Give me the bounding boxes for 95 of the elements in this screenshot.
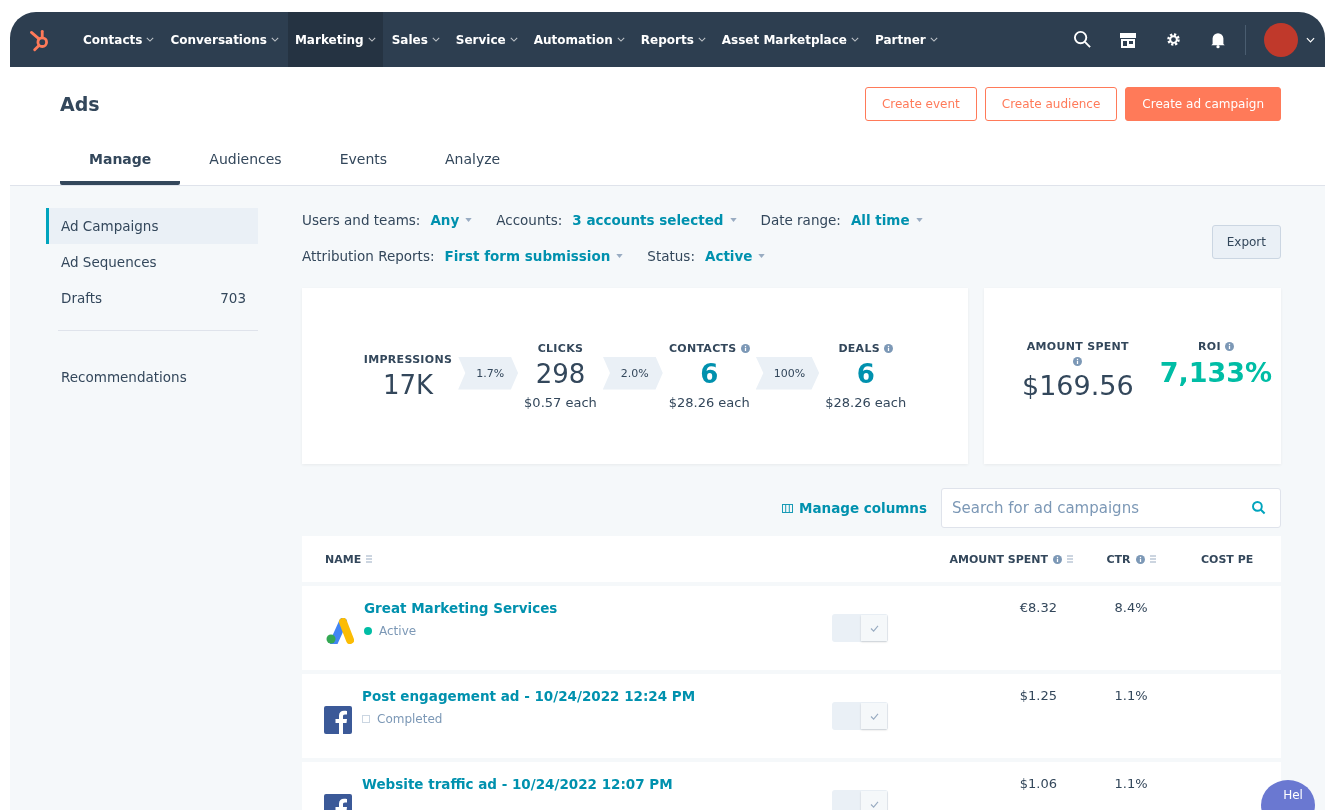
stat-label: AMOUNT SPENT (1026, 340, 1129, 353)
stat-label: IMPRESSIONS (363, 352, 453, 366)
status-label: Completed (362, 712, 696, 726)
nav-menu-item[interactable]: Conversations (163, 12, 286, 67)
notification-bell-icon[interactable] (1209, 30, 1227, 49)
caret-icon (729, 218, 737, 222)
stat-label: CLICKS (537, 342, 584, 355)
search-field[interactable]: Search for ad campaigns (941, 488, 1281, 528)
info-icon (1224, 342, 1234, 351)
stat-label: DEALS (838, 342, 880, 355)
column-header: COST PE (1201, 552, 1254, 566)
filter-label: Attribution Reports: (302, 248, 435, 264)
stat-subtext: $0.57 each (524, 395, 597, 410)
toggle-switch[interactable] (832, 702, 888, 730)
nav-menu-item[interactable]: Sales (384, 12, 447, 67)
tab[interactable]: Audiences (180, 141, 311, 185)
nav-menu-item[interactable]: Reports (633, 12, 713, 67)
stat-subtext: $28.26 each (668, 395, 750, 410)
status-label: Active (364, 624, 558, 638)
facebook-logo-icon (324, 706, 352, 734)
caret-icon (270, 37, 279, 42)
info-icon (1053, 554, 1062, 564)
info-icon (1073, 357, 1083, 366)
filter-label: Accounts: (496, 212, 563, 228)
table-cell-text: 1.1% (1113, 776, 1149, 791)
caret-icon (367, 37, 376, 42)
info-icon (740, 344, 750, 353)
page-title: Ads (60, 93, 100, 115)
table-cell-text: $1.25 (1018, 688, 1058, 703)
caret-icon (146, 37, 155, 42)
caret-icon (431, 37, 440, 42)
sort-icon[interactable] (1067, 554, 1073, 564)
toggle-switch[interactable] (832, 614, 888, 642)
campaign-name-link[interactable]: Website traffic ad - 10/24/2022 12:07 PM (362, 776, 673, 792)
nav-menu-item[interactable]: Asset Marketplace (714, 12, 866, 67)
stat-value: 6 (700, 359, 719, 389)
sidebar-item[interactable]: Drafts 703 (46, 280, 258, 316)
sidebar-item[interactable]: Recommendations (46, 359, 258, 395)
caret-icon (616, 37, 625, 42)
avatar[interactable] (1264, 22, 1298, 57)
filter-label: Status: (647, 248, 695, 264)
filter-label: Date range: (760, 212, 841, 228)
stat-value: 7,133% (1159, 357, 1273, 388)
campaign-name-link[interactable]: Great Marketing Services (364, 600, 558, 616)
stat-value: $169.56 (1022, 370, 1134, 401)
table-cell-text: 1.1% (1113, 688, 1149, 703)
nav-menu-item[interactable]: Contacts (76, 12, 162, 67)
column-header[interactable]: NAME (325, 552, 362, 566)
caret-icon (616, 254, 624, 258)
nav-menu-item[interactable]: Partner (867, 12, 945, 67)
caret-icon (509, 37, 518, 42)
stat-value: 6 (856, 359, 875, 389)
info-icon (883, 344, 893, 353)
table-cell-text: 8.4% (1113, 600, 1149, 615)
nav-menu-item[interactable]: Marketing (287, 12, 383, 67)
triangle-logo-icon (324, 618, 354, 644)
caret-icon[interactable] (1306, 36, 1315, 43)
caret-icon (850, 37, 859, 42)
tab[interactable]: Analyze (416, 141, 530, 185)
checkmark-icon (869, 712, 879, 720)
search-icon[interactable] (1073, 30, 1092, 49)
help-button[interactable]: Hel (1261, 780, 1315, 810)
status-indicator-icon (364, 627, 372, 635)
info-icon (1135, 554, 1145, 564)
export-button[interactable]: Export (1211, 225, 1281, 259)
column-header[interactable]: CTR (1106, 552, 1131, 566)
caret-icon (465, 218, 473, 222)
table-cell-text: $1.06 (1018, 776, 1058, 791)
columns-icon (782, 503, 793, 513)
column-header[interactable]: AMOUNT SPENT (949, 552, 1048, 566)
caret-icon (758, 254, 766, 258)
caret-icon (697, 37, 706, 42)
stat-subtext: $28.26 each (825, 395, 907, 410)
tab[interactable]: Events (310, 141, 417, 185)
sidebar-item[interactable]: Ad Sequences (46, 244, 258, 280)
sidebar-item[interactable]: Ad Campaigns (46, 208, 258, 244)
campaign-name-link[interactable]: Post engagement ad - 10/24/2022 12:24 PM (362, 688, 696, 704)
nav-menu-item[interactable]: Automation (526, 12, 632, 67)
toggle-switch[interactable] (832, 790, 888, 810)
tab[interactable]: Manage (60, 141, 181, 185)
checkmark-icon (869, 624, 879, 632)
settings-icon[interactable] (1164, 30, 1183, 49)
stat-label: ROI (1197, 340, 1221, 353)
filter-label: Users and teams: (302, 212, 421, 228)
sort-icon[interactable] (366, 554, 373, 564)
stat-value: 17K (382, 369, 434, 400)
checkmark-icon (869, 800, 879, 808)
sort-icon[interactable] (1149, 554, 1156, 564)
table-cell-text: €8.32 (1018, 600, 1058, 615)
stat-label: CONTACTS (668, 342, 737, 355)
caret-icon (929, 37, 938, 42)
stat-value: 298 (535, 359, 586, 389)
caret-icon (915, 218, 923, 222)
status-indicator-icon (362, 715, 370, 723)
nav-menu-item[interactable]: Service (448, 12, 525, 67)
